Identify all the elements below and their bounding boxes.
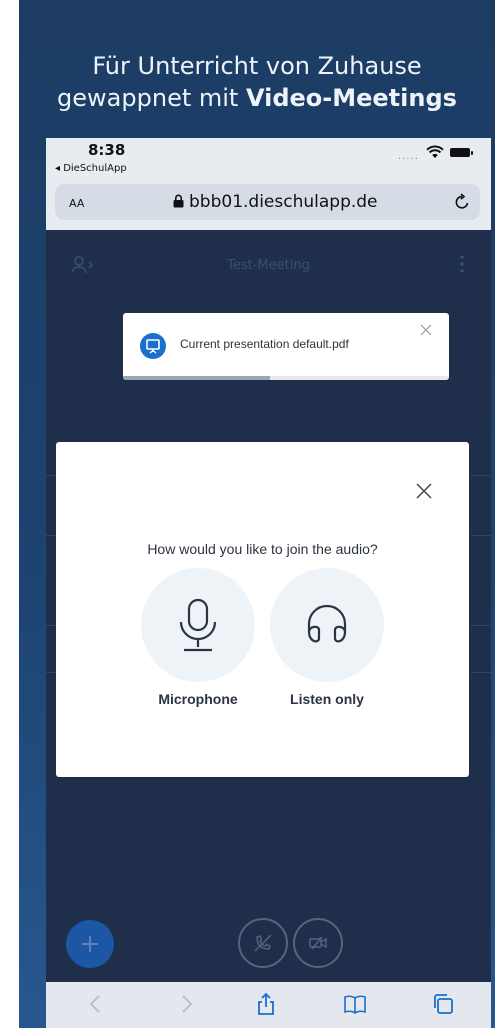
headline-line-2: gewappnet mit Video-Meetings [19, 82, 495, 114]
camera-off-icon [309, 936, 327, 950]
audio-question: How would you like to join the audio? [147, 541, 378, 557]
text-size-button[interactable]: AA [69, 193, 84, 211]
toast-progress-fill [123, 376, 270, 380]
background-divider [471, 535, 491, 536]
phone-off-icon [254, 934, 272, 952]
headline-line-1: Für Unterricht von Zuhause [92, 52, 422, 80]
bookmarks-icon[interactable] [343, 992, 367, 1016]
reload-icon[interactable] [453, 193, 471, 211]
back-icon[interactable] [84, 992, 108, 1016]
listen-only-label: Listen only [290, 691, 364, 707]
microphone-icon [179, 598, 217, 652]
background-divider [471, 672, 491, 673]
close-icon[interactable] [415, 482, 433, 500]
share-icon[interactable] [254, 992, 278, 1016]
toast-message: Current presentation default.pdf [180, 337, 349, 351]
promo-frame: Für Unterricht von Zuhause gewappnet mit… [19, 0, 495, 1028]
listen-only-button[interactable] [270, 568, 384, 682]
clock: 8:38 [88, 141, 126, 159]
background-divider [471, 625, 491, 626]
wifi-icon [426, 145, 444, 158]
text-size-label: AA [69, 197, 85, 210]
presentation-icon [140, 333, 166, 359]
promo-headline: Für Unterricht von Zuhause gewappnet mit… [19, 50, 495, 114]
share-webcam-button[interactable] [293, 918, 343, 968]
presentation-toast: Current presentation default.pdf [123, 313, 449, 380]
background-divider [471, 475, 491, 476]
tabs-icon[interactable] [431, 992, 455, 1016]
microphone-button[interactable] [141, 568, 255, 682]
microphone-option[interactable]: Microphone [141, 568, 255, 707]
battery-icon [450, 148, 473, 157]
more-options-icon[interactable] [460, 254, 464, 274]
headline-line-2-bold: Video-Meetings [245, 84, 457, 112]
listen-only-option[interactable]: Listen only [270, 568, 384, 707]
join-audio-button[interactable] [238, 918, 288, 968]
lock-icon [173, 194, 184, 208]
phone-screen: 8:38 ◂ DieSchulApp ..... AA bbb01.diesch… [46, 138, 491, 1028]
address-bar: AA bbb01.dieschulapp.de [46, 180, 491, 230]
url-text: bbb01.dieschulapp.de [189, 192, 378, 212]
cellular-signal: ..... [398, 151, 419, 162]
toast-close-icon[interactable] [419, 323, 433, 337]
status-bar: 8:38 ◂ DieSchulApp ..... [46, 138, 491, 180]
forward-icon[interactable] [174, 992, 198, 1016]
meeting-title: Test-Meeting [227, 258, 310, 273]
back-to-app-link[interactable]: ◂ DieSchulApp [55, 163, 127, 174]
headline-line-2-text: gewappnet mit [57, 84, 246, 112]
plus-icon [82, 936, 98, 952]
safari-toolbar [46, 982, 491, 1028]
join-audio-modal: How would you like to join the audio? Mi… [56, 442, 469, 777]
toast-progress-bar [123, 376, 449, 380]
headphones-icon [307, 604, 347, 643]
actions-button[interactable] [66, 920, 114, 968]
url-field[interactable]: AA bbb01.dieschulapp.de [55, 184, 480, 220]
